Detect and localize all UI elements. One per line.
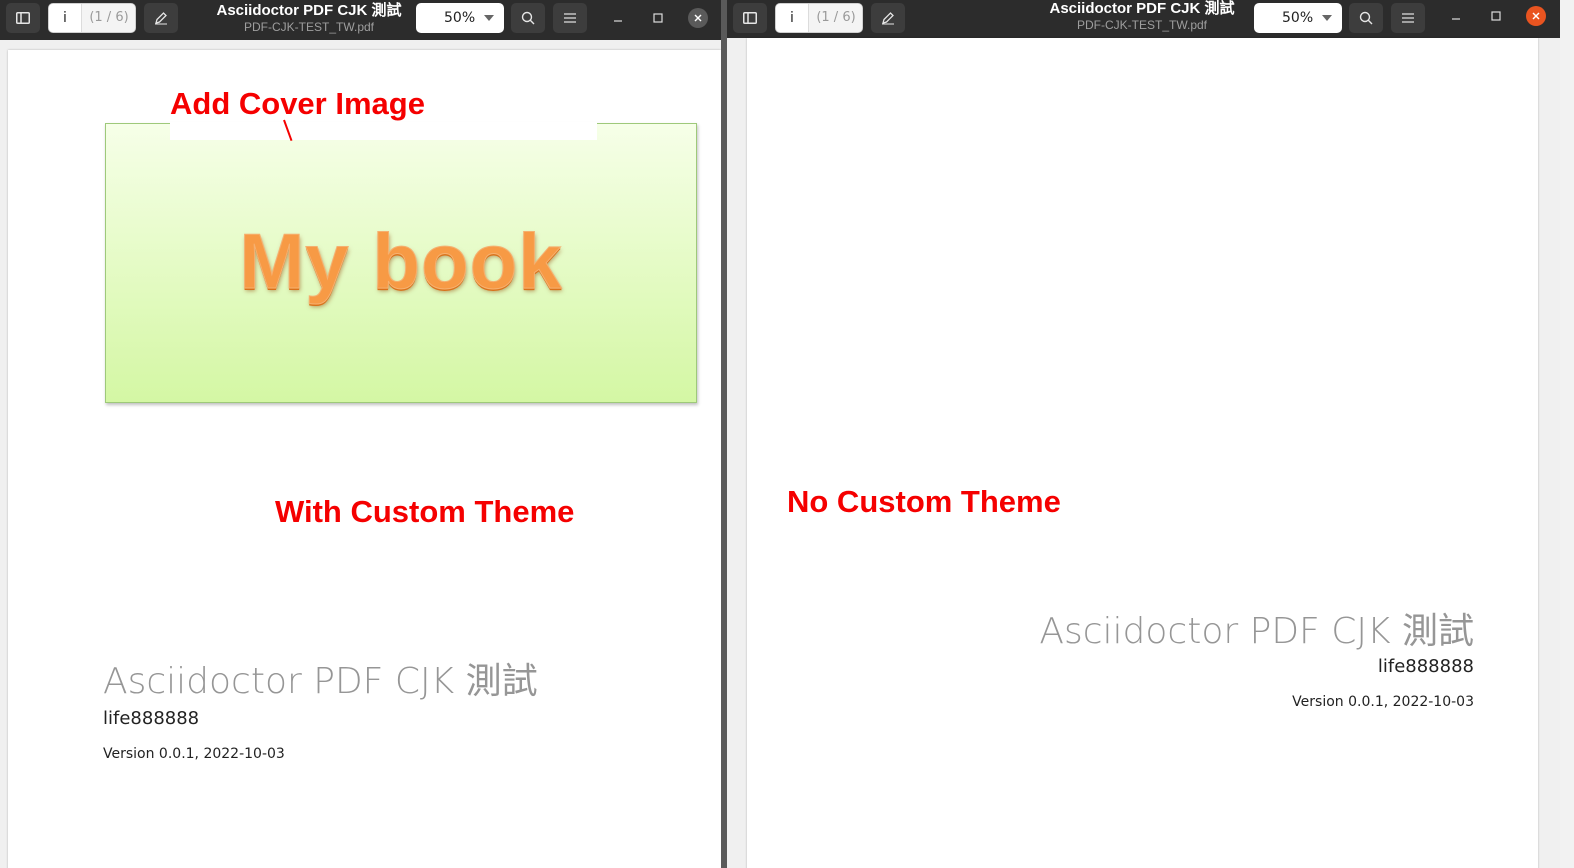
maximize-icon [1491,11,1501,21]
page-selector: (1 / 6) [775,3,863,33]
pencil-icon [882,12,894,25]
document-title: Asciidoctor PDF CJK 測試 [216,2,402,19]
page-selector: (1 / 6) [48,3,136,33]
pencil-icon [155,12,167,25]
cover-image: My book [105,123,697,403]
pdf-page: My book Add Cover Image With Custom Them… [8,50,721,868]
header-bar: (1 / 6) Asciidoctor PDF CJK 測試 PDF-CJK-T… [0,0,721,40]
close-icon [694,14,702,22]
main-menu-button[interactable] [1391,3,1425,33]
chevron-down-icon [1322,15,1332,21]
maximize-button[interactable] [648,8,668,28]
doc-author: life888888 [1377,656,1474,677]
sidebar-toggle-icon [743,12,757,24]
doc-author: life888888 [103,708,200,729]
pdf-viewer-window-left: (1 / 6) Asciidoctor PDF CJK 測試 PDF-CJK-T… [0,0,721,868]
search-icon [521,11,535,25]
annotate-button[interactable] [871,3,905,33]
document-filename: PDF-CJK-TEST_TW.pdf [243,20,374,34]
document-title: Asciidoctor PDF CJK 測試 [1049,0,1235,17]
page-count-label: (1 / 6) [81,4,135,32]
main-menu-button[interactable] [553,3,587,33]
cover-image-title: My book [239,217,563,306]
annotation-with-custom-theme: With Custom Theme [275,494,575,529]
background-edge [1560,0,1574,868]
header-bar: (1 / 6) Asciidoctor PDF CJK 測試 PDF-CJK-T… [727,0,1560,38]
document-filename: PDF-CJK-TEST_TW.pdf [1076,18,1207,32]
sidebar-toggle-icon [16,12,30,24]
doc-title: Asciidoctor PDF CJK 測試 [1039,611,1474,652]
minimize-button[interactable] [1446,6,1466,26]
annotate-button[interactable] [144,3,178,33]
maximize-button[interactable] [1486,6,1506,26]
zoom-value: 50% [444,10,476,26]
doc-title: Asciidoctor PDF CJK 測試 [103,661,538,702]
search-icon [1359,11,1373,25]
page-number-input[interactable] [776,4,808,32]
close-button[interactable] [1526,6,1546,26]
annotation-no-custom-theme: No Custom Theme [787,484,1061,519]
page-number-input[interactable] [49,4,81,32]
zoom-value: 50% [1282,10,1314,26]
hamburger-menu-icon [564,13,576,23]
search-button[interactable] [511,3,545,33]
minimize-button[interactable] [608,8,628,28]
pdf-page: No Custom Theme Asciidoctor PDF CJK 測試 l… [747,38,1538,868]
doc-version: Version 0.0.1, 2022-10-03 [1292,694,1474,710]
zoom-selector[interactable]: 50% [1254,3,1342,33]
page-count-label: (1 / 6) [808,4,862,32]
annotation-add-cover-image: Add Cover Image [170,86,425,121]
search-button[interactable] [1349,3,1383,33]
minimize-icon [1452,18,1460,20]
doc-version: Version 0.0.1, 2022-10-03 [103,746,285,762]
window-title: Asciidoctor PDF CJK 測試 PDF-CJK-TEST_TW.p… [179,2,439,34]
zoom-selector[interactable]: 50% [416,3,504,33]
annotation-backdrop [170,122,597,140]
window-title: Asciidoctor PDF CJK 測試 PDF-CJK-TEST_TW.p… [1012,0,1272,32]
sidebar-toggle-button[interactable] [733,3,767,33]
minimize-icon [614,20,622,22]
hamburger-menu-icon [1402,13,1414,23]
close-button[interactable] [688,8,708,28]
maximize-icon [653,13,663,23]
close-icon [1532,12,1540,20]
chevron-down-icon [484,15,494,21]
sidebar-toggle-button[interactable] [6,3,40,33]
pdf-viewer-window-right: (1 / 6) Asciidoctor PDF CJK 測試 PDF-CJK-T… [727,0,1560,868]
